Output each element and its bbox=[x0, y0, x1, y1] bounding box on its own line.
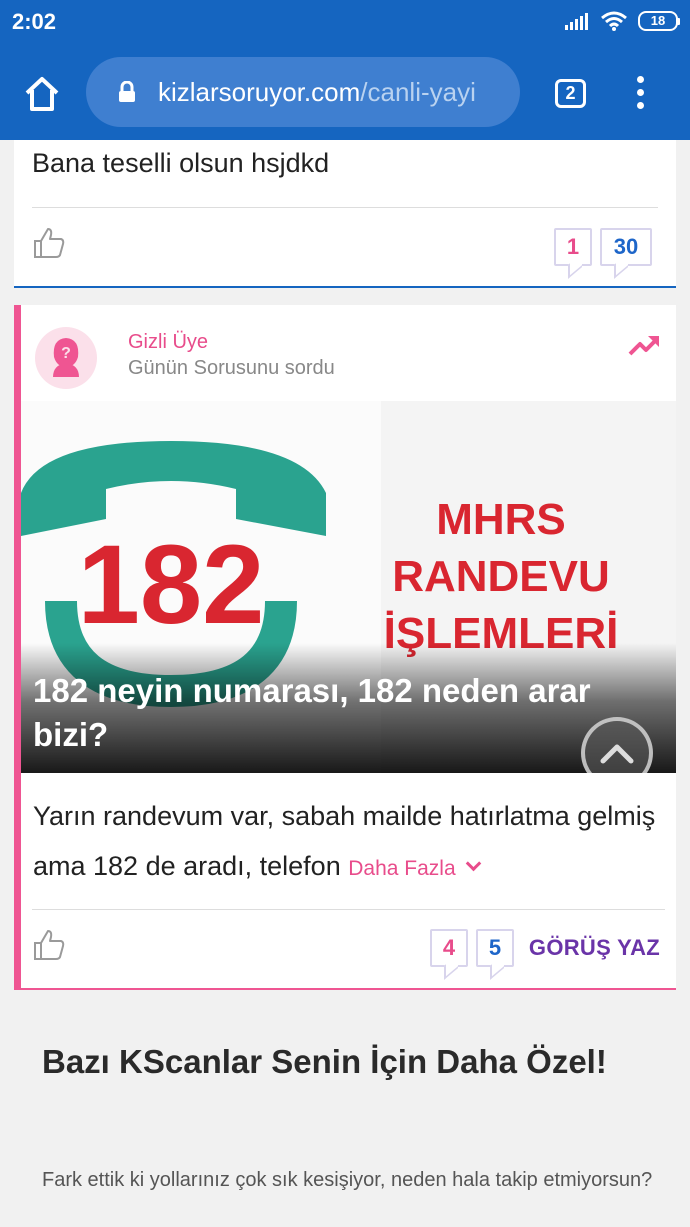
write-opinion-button[interactable]: GÖRÜŞ YAZ bbox=[529, 935, 660, 961]
post-card[interactable]: Bana teselli olsun hsjdkd 1 30 bbox=[14, 140, 676, 288]
anonymous-user-icon: ? bbox=[53, 338, 79, 377]
tab-switcher-button[interactable]: 2 bbox=[555, 79, 586, 108]
overflow-menu-icon[interactable] bbox=[633, 76, 647, 110]
avatar[interactable]: ? bbox=[35, 327, 97, 389]
question-image[interactable]: 182 MHRS RANDEVU İŞLEMLERİ 182 neyin num… bbox=[21, 401, 676, 773]
post-text: Bana teselli olsun hsjdkd bbox=[32, 148, 330, 178]
image-line-1: MHRS bbox=[436, 495, 566, 544]
signal-icon bbox=[565, 13, 588, 30]
reply-count-badge[interactable]: 1 bbox=[554, 228, 592, 266]
address-bar[interactable]: kizlarsoruyor.com/canli-yayi bbox=[86, 57, 520, 127]
image-line-2: RANDEVU bbox=[392, 552, 610, 601]
image-number: 182 bbox=[78, 522, 265, 647]
status-icons: 18 bbox=[564, 10, 680, 32]
home-icon[interactable] bbox=[22, 74, 62, 114]
browser-toolbar: kizlarsoruyor.com/canli-yayi 2 bbox=[0, 44, 690, 140]
thumbs-up-icon[interactable] bbox=[32, 928, 66, 962]
battery-icon: 18 bbox=[638, 11, 680, 31]
url-domain: kizlarsoruyor.com bbox=[158, 76, 361, 107]
opinion-count-badge[interactable]: 30 bbox=[600, 228, 652, 266]
url-path: /canli-yayi bbox=[360, 76, 476, 107]
status-bar: 2:02 18 bbox=[0, 0, 690, 44]
description-text: Yarın randevum var, sabah mailde hatırla… bbox=[33, 801, 656, 881]
thumbs-up-icon[interactable] bbox=[32, 226, 66, 260]
question-title[interactable]: 182 neyin numarası, 182 neden arar bizi? bbox=[33, 669, 663, 757]
wifi-icon bbox=[601, 11, 627, 31]
question-card[interactable]: ? Gizli Üye Günün Sorusunu sordu 182 MHR… bbox=[14, 305, 676, 990]
section-text: Fark ettik ki yollarınız çok sık kesişiy… bbox=[42, 1169, 653, 1191]
opinion-count-badge[interactable]: 5 bbox=[476, 929, 514, 967]
reply-count-badge[interactable]: 4 bbox=[430, 929, 468, 967]
read-more-link[interactable]: Daha Fazla bbox=[348, 855, 481, 880]
url-text: kizlarsoruyor.com/canli-yayi bbox=[158, 77, 476, 108]
lock-icon bbox=[119, 81, 135, 102]
divider bbox=[32, 909, 665, 910]
battery-level: 18 bbox=[650, 13, 666, 28]
section-title: Bazı KScanlar Senin İçin Daha Özel! bbox=[42, 1043, 607, 1080]
chevron-down-icon bbox=[465, 855, 481, 872]
svg-text:?: ? bbox=[61, 345, 71, 362]
user-name[interactable]: Gizli Üye bbox=[128, 331, 208, 354]
question-description: Yarın randevum var, sabah mailde hatırla… bbox=[33, 791, 663, 894]
chevron-up-icon bbox=[600, 744, 634, 764]
user-action: Günün Sorusunu sordu bbox=[128, 357, 335, 379]
divider bbox=[32, 207, 658, 208]
status-time: 2:02 bbox=[12, 9, 57, 34]
trending-icon bbox=[628, 336, 659, 356]
scroll-top-button[interactable] bbox=[581, 717, 653, 773]
read-more-label: Daha Fazla bbox=[348, 857, 456, 880]
